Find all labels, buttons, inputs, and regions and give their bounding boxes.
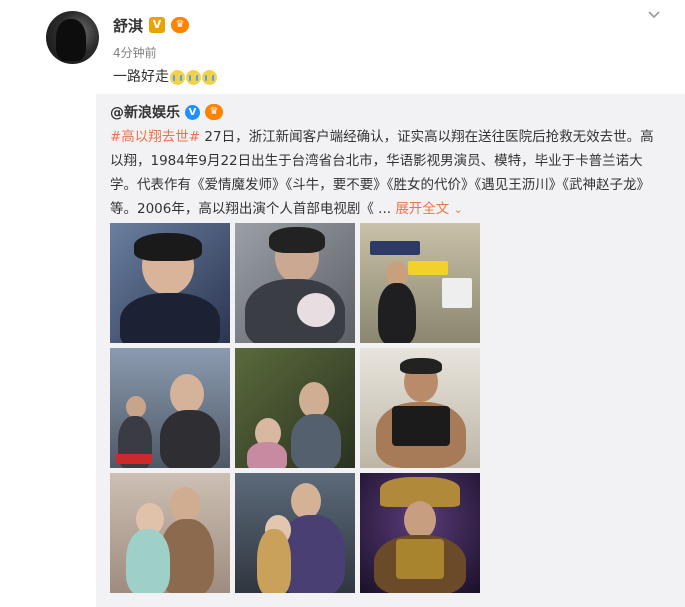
photo-grid: [110, 223, 482, 595]
repost-author-row: @新浪娱乐 V ♛: [110, 102, 223, 122]
verified-blue-badge-icon[interactable]: V: [185, 104, 200, 120]
post-text-content: 一路好走: [113, 69, 169, 85]
post-text: 一路好走: [113, 67, 217, 87]
hashtag-link[interactable]: #高以翔去世#: [110, 129, 200, 145]
chevron-down-icon[interactable]: ⌄: [454, 203, 463, 216]
repost-text: #高以翔去世# 27日，浙江新闻客户端经确认，证实高以翔在送往医院后抢救无效去世…: [110, 125, 658, 222]
member-badge-icon[interactable]: ♛: [205, 104, 223, 120]
crying-emoji-icon: [202, 69, 217, 85]
photo-thumbnail-8[interactable]: [235, 473, 355, 593]
author-row: 舒淇 V ♛: [113, 14, 190, 36]
avatar-silhouette: [56, 19, 86, 61]
photo-thumbnail-7[interactable]: [110, 473, 230, 593]
photo-thumbnail-6[interactable]: [360, 348, 480, 468]
avatar[interactable]: [46, 11, 99, 64]
photo-thumbnail-4[interactable]: [110, 348, 230, 468]
photo-thumbnail-5[interactable]: [235, 348, 355, 468]
photo-thumbnail-3[interactable]: [360, 223, 480, 343]
post-time[interactable]: 4分钟前: [113, 44, 157, 61]
expand-full-text-link[interactable]: 展开全文: [395, 201, 449, 217]
repost-author-name[interactable]: @新浪娱乐: [110, 102, 180, 122]
author-name[interactable]: 舒淇: [113, 15, 143, 36]
weibo-post: 舒淇 V ♛ 4分钟前 一路好走 @新浪娱乐 V ♛ #高以翔去世# 27日，浙…: [0, 0, 685, 607]
member-badge-icon[interactable]: ♛: [171, 17, 190, 33]
repost-card[interactable]: @新浪娱乐 V ♛ #高以翔去世# 27日，浙江新闻客户端经确认，证实高以翔在送…: [96, 94, 685, 607]
chevron-down-icon[interactable]: [646, 7, 662, 23]
photo-thumbnail-9[interactable]: [360, 473, 480, 593]
crying-emoji-icon: [170, 69, 185, 85]
photo-thumbnail-1[interactable]: [110, 223, 230, 343]
crying-emoji-icon: [186, 69, 201, 85]
verified-badge-icon[interactable]: V: [149, 17, 166, 33]
photo-thumbnail-2[interactable]: [235, 223, 355, 343]
